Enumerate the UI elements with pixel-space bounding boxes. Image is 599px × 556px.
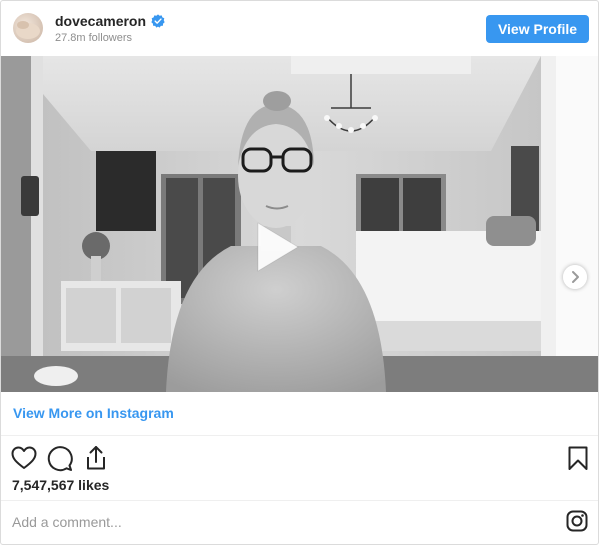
chevron-right-icon[interactable] <box>563 265 587 289</box>
followers-count: 27.8m followers <box>55 32 133 44</box>
avatar[interactable] <box>13 13 43 43</box>
divider <box>1 435 598 436</box>
instagram-logo-icon[interactable] <box>566 510 588 532</box>
comment-icon[interactable] <box>46 444 74 472</box>
action-bar <box>1 441 598 473</box>
likes-count: 7,547,567 likes <box>12 477 110 493</box>
post-header: dovecameron 27.8m followers View Profile <box>1 1 598 55</box>
bookmark-icon[interactable] <box>564 444 592 472</box>
verified-badge-icon <box>151 14 165 28</box>
instagram-embed-card: dovecameron 27.8m followers View Profile <box>0 0 599 545</box>
username-row: dovecameron <box>55 13 165 29</box>
comment-input[interactable]: Add a comment... <box>12 514 122 530</box>
share-icon[interactable] <box>82 444 110 472</box>
divider <box>1 500 598 501</box>
username[interactable]: dovecameron <box>55 13 146 29</box>
play-icon[interactable] <box>244 217 304 277</box>
view-profile-button[interactable]: View Profile <box>486 15 589 43</box>
post-video[interactable] <box>1 56 598 392</box>
view-more-link[interactable]: View More on Instagram <box>13 405 174 421</box>
heart-icon[interactable] <box>10 444 38 472</box>
